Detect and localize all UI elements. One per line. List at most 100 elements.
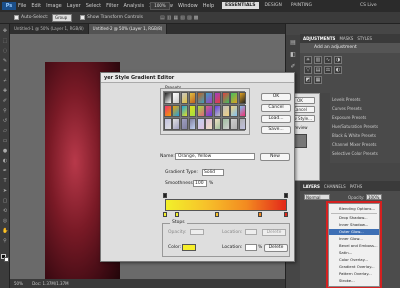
tab-layers[interactable]: LAYERS [303, 184, 320, 189]
auto-select-checkbox[interactable] [14, 15, 19, 20]
gradient-preset-swatch[interactable] [197, 92, 205, 104]
clone-icon[interactable]: ⚲ [2, 108, 8, 114]
gradient-preset-swatch[interactable] [213, 117, 222, 130]
blend-mode-dropdown[interactable]: Normal [304, 194, 330, 200]
menu-edit[interactable]: Edit [31, 3, 41, 9]
tab-channels[interactable]: CHANNELS [324, 184, 346, 189]
new-gradient-button[interactable]: New [260, 153, 290, 161]
gradient-preset-swatch[interactable] [238, 104, 247, 117]
gradient-preset-swatch[interactable] [180, 92, 189, 104]
menu-select[interactable]: Select [86, 3, 101, 9]
crop-icon[interactable]: ⌗ [2, 68, 8, 74]
gradient-preset-swatch[interactable] [205, 117, 213, 130]
stop-opacity-field[interactable] [190, 229, 204, 235]
background-color-swatch[interactable] [4, 257, 9, 262]
dodge-icon[interactable]: ◐ [2, 158, 8, 164]
workspace-painting[interactable]: PAINTING [288, 2, 315, 9]
document-tab-active[interactable]: Untitled-2 @ 50% (Layer 1, RGB/8) [88, 24, 168, 34]
opacity-stop-right[interactable] [284, 193, 288, 198]
align-icon[interactable]: ▨ [187, 15, 192, 21]
gradient-preset-swatch[interactable] [172, 104, 180, 117]
gradient-preset-swatch[interactable] [222, 104, 230, 117]
exposure-icon[interactable]: ◑ [334, 56, 342, 64]
gradient-preset-swatch[interactable] [230, 92, 238, 104]
menu-image[interactable]: Image [46, 3, 62, 9]
gradient-preset-swatch[interactable] [197, 104, 205, 117]
hue-saturation-icon[interactable]: ▤ [314, 66, 322, 74]
invert-icon[interactable]: ◩ [304, 76, 312, 84]
show-transform-checkbox[interactable] [80, 15, 85, 20]
align-icon[interactable]: ▤ [160, 15, 165, 21]
gradient-preset-swatch[interactable] [238, 117, 247, 130]
hand-icon[interactable]: ✋ [2, 228, 8, 234]
history-brush-icon[interactable]: ↺ [2, 118, 8, 124]
type-icon[interactable]: T [2, 178, 8, 184]
align-icon[interactable]: ▩ [194, 15, 199, 21]
opacity-stop-left[interactable] [163, 193, 167, 198]
opacity-field[interactable]: 100% [366, 194, 382, 200]
menu-filter[interactable]: Filter [106, 3, 118, 9]
gradient-preset-swatch[interactable] [180, 117, 189, 130]
quick-select-icon[interactable]: ✎ [2, 58, 8, 64]
gradient-preset-swatch[interactable] [164, 104, 172, 117]
align-icon[interactable]: ▥ [167, 15, 172, 21]
gradient-name-field[interactable]: Orange, Yellow [175, 153, 255, 160]
path-select-icon[interactable]: ➤ [2, 188, 8, 194]
menu-analysis[interactable]: Analysis [124, 3, 145, 9]
3d-rotate-icon[interactable]: ⟲ [2, 208, 8, 214]
document-tab[interactable]: Untitled-1 @ 50% (Layer 1, RGB/8) [10, 24, 89, 34]
eraser-icon[interactable]: ▱ [2, 128, 8, 134]
color-stop[interactable] [215, 212, 219, 217]
gradient-preset-swatch[interactable] [205, 92, 213, 104]
brush-panel-icon[interactable]: ✐ [289, 63, 297, 71]
workspace-essentials[interactable]: ESSENTIALS [222, 2, 259, 9]
tab-adjustments[interactable]: ADJUSTMENTS [303, 36, 335, 41]
menu-item-satin[interactable]: Satin... [329, 250, 379, 256]
stop-color-location-field[interactable] [245, 244, 257, 251]
gradient-type-dropdown[interactable]: Solid [202, 169, 224, 176]
gradient-preset-swatch[interactable] [164, 117, 172, 130]
tab-paths[interactable]: PATHS [350, 184, 363, 189]
properties-panel-icon[interactable]: ◧ [289, 51, 297, 59]
gradient-preset-swatch[interactable] [172, 117, 180, 130]
gradient-icon[interactable]: ▭ [2, 138, 8, 144]
stop-color-delete-button[interactable]: Delete [264, 244, 288, 252]
tab-masks[interactable]: MASKS [339, 36, 353, 41]
curves-icon[interactable]: ∿ [324, 56, 332, 64]
preset-exposure[interactable]: Exposure Presets [332, 115, 397, 120]
color-stop[interactable] [258, 212, 262, 217]
gradient-preset-swatch[interactable] [188, 92, 197, 104]
gradient-preset-swatch[interactable] [230, 104, 238, 117]
menu-item-bevel-emboss[interactable]: Bevel and Emboss... [329, 243, 379, 249]
gradient-preset-swatch[interactable] [164, 92, 172, 104]
lasso-icon[interactable]: ◌ [2, 48, 8, 54]
menu-item-outer-glow[interactable]: Outer Glow... [329, 229, 379, 235]
brightness-icon[interactable]: ☀ [304, 56, 312, 64]
pen-icon[interactable]: ✒ [2, 168, 8, 174]
gradient-preview-bar[interactable] [165, 199, 287, 211]
menu-window[interactable]: Window [178, 3, 198, 9]
vibrance-icon[interactable]: ▽ [304, 66, 312, 74]
menu-help[interactable]: Help [203, 3, 214, 9]
preset-black-white[interactable]: Black & White Presets [332, 133, 397, 138]
align-icon[interactable]: ▧ [180, 15, 185, 21]
black-white-icon[interactable]: ◐ [334, 66, 342, 74]
preset-channel-mixer[interactable]: Channel Mixer Presets [332, 142, 397, 147]
brush-icon[interactable]: ✐ [2, 98, 8, 104]
gradient-preset-swatch[interactable] [205, 104, 213, 117]
smoothness-field[interactable]: 100 [193, 180, 207, 187]
stop-opacity-location-field[interactable] [245, 229, 257, 235]
gradient-preset-swatch[interactable] [222, 92, 230, 104]
gradient-preset-swatch[interactable] [230, 117, 238, 130]
align-icon[interactable]: ▦ [173, 15, 178, 21]
menu-item-inner-glow[interactable]: Inner Glow... [329, 236, 379, 242]
menu-item-color-overlay[interactable]: Color Overlay... [329, 257, 379, 263]
healing-icon[interactable]: ✚ [2, 88, 8, 94]
color-stop[interactable] [284, 212, 288, 217]
move-icon[interactable]: ✥ [2, 28, 8, 34]
gradient-cancel-button[interactable]: Cancel [261, 104, 291, 112]
menu-item-drop-shadow[interactable]: Drop Shadow... [329, 215, 379, 221]
gradient-preset-swatch[interactable] [213, 104, 222, 117]
preset-curves[interactable]: Curves Presets [332, 106, 397, 111]
3d-orbit-icon[interactable]: ◎ [2, 218, 8, 224]
